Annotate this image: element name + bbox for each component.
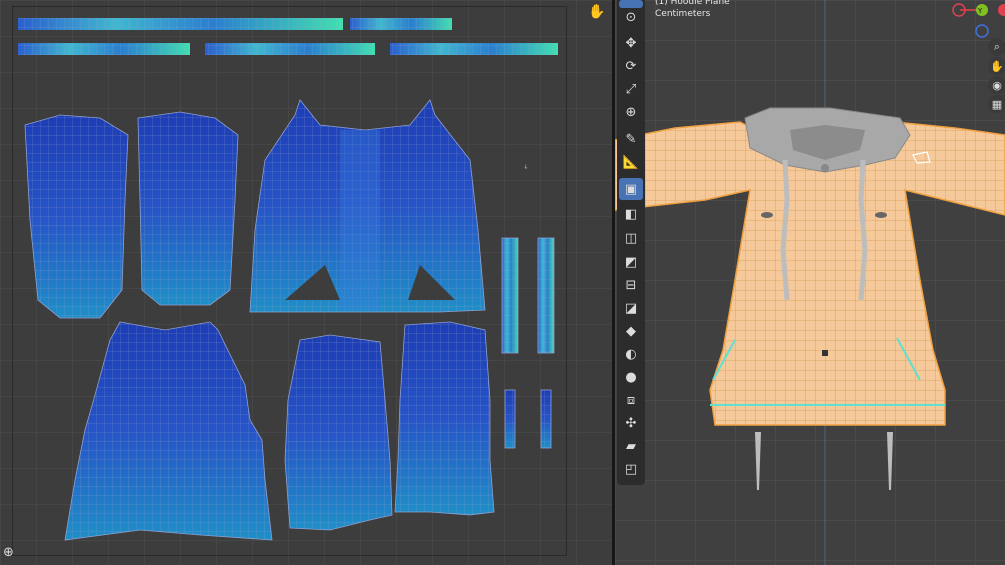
measure-icon[interactable]: 📐: [619, 151, 643, 173]
add-cube-icon[interactable]: ▣: [619, 178, 643, 200]
cursor-icon[interactable]: ⊙: [619, 6, 643, 28]
scale-icon[interactable]: ⤢: [619, 78, 643, 100]
3d-viewport[interactable]: (1) Hoodie Plane Centimeters Y ⌕ ✋ ◉ ▦: [615, 0, 1005, 565]
inset-icon[interactable]: ◫: [619, 227, 643, 249]
uv-layout[interactable]: ꜜ: [0, 0, 612, 565]
uv-island-back-panel: [64, 321, 273, 541]
hand-pan-icon[interactable]: ✋: [587, 2, 607, 22]
rotate-icon[interactable]: ⟳: [619, 55, 643, 77]
uv-island-waistband-right: [540, 389, 552, 449]
move-icon[interactable]: ✥: [619, 32, 643, 54]
2d-cursor-icon: ⊕: [3, 545, 14, 560]
loop-cut-icon[interactable]: ⊟: [619, 274, 643, 296]
camera-icon[interactable]: ◉: [988, 76, 1005, 94]
tool-shelf: ⊙ ✥ ⟳ ⤢ ⊕ ✎ 📐 ▣ ◧ ◫ ◩ ⊟ ◪ ◆ ◐ ● ⧈ ✣ ▰ ◰: [617, 0, 645, 485]
hoodie-mesh[interactable]: [615, 0, 1005, 565]
uv-island-waistband-left: [504, 389, 516, 449]
object-name-label: (1) Hoodie Plane: [655, 0, 730, 7]
gizmo-y-label: Y: [977, 7, 983, 15]
perspective-grid-icon[interactable]: ▦: [988, 95, 1005, 113]
rip-region-icon[interactable]: ◰: [619, 458, 643, 480]
uv-island-cuff-right: [537, 237, 555, 354]
knife-icon[interactable]: ◪: [619, 297, 643, 319]
uv-cursor-marker: ꜜ: [524, 164, 528, 175]
poly-build-icon[interactable]: ◆: [619, 320, 643, 342]
shear-icon[interactable]: ▰: [619, 435, 643, 457]
zoom-icon[interactable]: ⌕: [988, 38, 1005, 56]
uv-island-sleeve-left: [24, 114, 129, 319]
bevel-icon[interactable]: ◩: [619, 251, 643, 273]
shrink-fatten-icon[interactable]: ✣: [619, 412, 643, 434]
annotate-icon[interactable]: ✎: [619, 128, 643, 150]
uv-island-hood-left: [284, 334, 393, 531]
edge-slide-icon[interactable]: ⧈: [619, 389, 643, 411]
uv-island-sleeve-right: [137, 111, 239, 306]
uv-island-front-panel: [249, 99, 486, 313]
pan-hand-icon[interactable]: ✋: [988, 57, 1005, 75]
transform-icon[interactable]: ⊕: [619, 101, 643, 123]
units-label: Centimeters: [655, 9, 711, 19]
uv-island-hood-right: [394, 321, 495, 516]
smooth-icon[interactable]: ●: [619, 366, 643, 388]
uv-editor[interactable]: ꜜ ✋ ⊕: [0, 0, 612, 565]
uv-island-cuff-left: [501, 237, 519, 354]
extrude-icon[interactable]: ◧: [619, 203, 643, 225]
spin-icon[interactable]: ◐: [619, 343, 643, 365]
